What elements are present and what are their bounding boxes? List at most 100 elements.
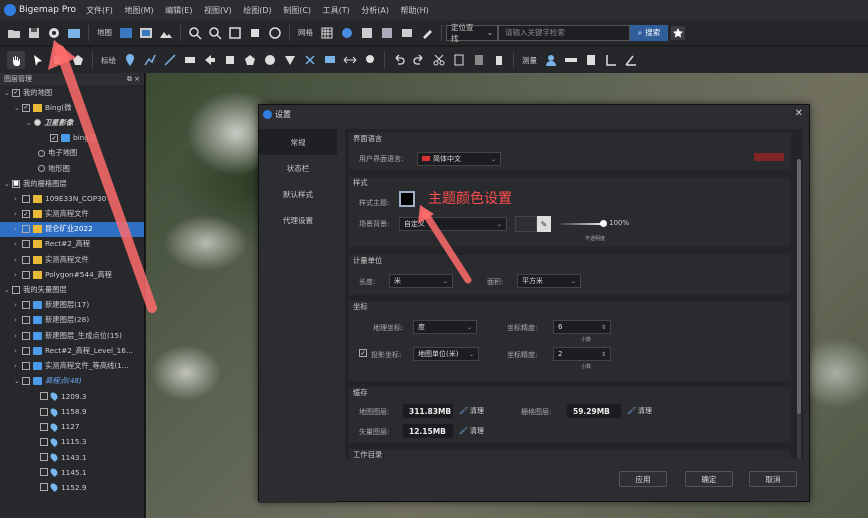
rectangle-icon[interactable] — [183, 53, 197, 67]
chevron-down-icon[interactable]: ⌄ — [14, 377, 22, 385]
chevron-right-icon[interactable]: › — [14, 332, 22, 340]
redo-icon[interactable] — [412, 53, 426, 67]
layer-checkbox[interactable] — [22, 225, 30, 234]
chevron-down-icon[interactable]: ⌄ — [4, 180, 12, 188]
person-icon[interactable] — [544, 53, 558, 67]
chevron-right-icon[interactable]: › — [14, 347, 22, 355]
area-measure-icon[interactable] — [584, 53, 598, 67]
tree-item-electronic[interactable]: 电子地图 — [0, 146, 144, 161]
chevron-right-icon[interactable]: › — [14, 210, 22, 218]
chevron-down-icon[interactable]: ⌄ — [26, 119, 34, 127]
tree-point[interactable]: 1127 — [0, 419, 144, 434]
globe-icon[interactable] — [340, 26, 354, 40]
circle-icon[interactable] — [263, 53, 277, 67]
chevron-right-icon[interactable]: › — [14, 301, 22, 309]
opacity-slider[interactable] — [558, 223, 604, 225]
cancel-button[interactable]: 取消 — [749, 471, 797, 487]
clear-raster-cache-button[interactable]: 🖌 清理 — [627, 404, 652, 418]
tree-item-elevation-points[interactable]: ⌄ 高程点(48) — [0, 374, 144, 389]
select-shape-icon[interactable] — [71, 53, 85, 67]
layer-stack-icon[interactable] — [139, 26, 153, 40]
apply-button[interactable]: 应用 — [619, 471, 667, 487]
grid-icon[interactable] — [320, 26, 334, 40]
tree-item-vector[interactable]: › 实测高程文件_等高线(1... — [0, 358, 144, 373]
refresh-icon[interactable] — [268, 26, 282, 40]
tree-item-terrain[interactable]: 地形图 — [0, 161, 144, 176]
layer-checkbox[interactable]: ■ — [12, 179, 20, 188]
cut-icon[interactable] — [303, 53, 317, 67]
map-source-icon[interactable] — [119, 26, 133, 40]
layer-checkbox[interactable] — [12, 286, 20, 295]
length-select[interactable]: 米 ⌄ — [389, 274, 453, 288]
search-input[interactable]: 请输入关键字检索 — [498, 24, 630, 41]
geo-coord-select[interactable]: 度 ⌄ — [413, 320, 477, 334]
select-arrow-icon[interactable] — [31, 53, 45, 67]
clear-vector-cache-button[interactable]: 🖌 清理 — [459, 424, 484, 438]
star-icon[interactable] — [671, 25, 686, 40]
tree-point[interactable]: 1152.9 — [0, 480, 144, 495]
terrain-icon[interactable] — [159, 26, 173, 40]
background-select[interactable]: 自定义 ⌄ — [399, 217, 507, 231]
layer-checkbox[interactable]: ✓ — [12, 88, 20, 97]
proj-coord-select[interactable]: 地图单位(米) ⌄ — [413, 347, 479, 361]
menu-cartography[interactable]: 制图(C) — [283, 6, 311, 15]
stepper-icon[interactable]: ⇕ — [601, 351, 606, 358]
chevron-right-icon[interactable]: › — [14, 240, 22, 248]
layer-checkbox[interactable]: ✓ — [22, 103, 30, 112]
tab-default-style[interactable]: 默认样式 — [259, 181, 337, 207]
layer-checkbox[interactable] — [22, 377, 30, 386]
save-icon[interactable] — [27, 26, 41, 40]
tree-item-bing[interactable]: ⌄ ✓ Bing(微 — [0, 100, 144, 115]
layer-checkbox[interactable] — [22, 194, 30, 203]
projection-checkbox[interactable]: ✓ — [359, 349, 367, 357]
full-extent-icon[interactable] — [228, 26, 242, 40]
paste-icon[interactable] — [472, 53, 486, 67]
zoom-in-icon[interactable] — [188, 26, 202, 40]
ruler-icon[interactable] — [564, 53, 578, 67]
stepper-icon[interactable]: ⇕ — [601, 324, 606, 331]
menu-file[interactable]: 文件(F) — [86, 6, 113, 15]
select-area-icon[interactable] — [51, 53, 65, 67]
layer-checkbox[interactable] — [40, 468, 48, 477]
tree-item-raster[interactable]: › 109E33N_COP30 — [0, 191, 144, 206]
layer-checkbox[interactable]: ✓ — [22, 210, 30, 219]
layer-checkbox[interactable] — [22, 316, 30, 325]
copy-icon[interactable] — [452, 53, 466, 67]
polyline-icon[interactable] — [143, 53, 157, 67]
screenshot-icon[interactable] — [67, 26, 81, 40]
height-measure-icon[interactable] — [604, 53, 618, 67]
tree-item-vector[interactable]: › 新建图层_生成点位(15) — [0, 328, 144, 343]
chevron-right-icon[interactable]: › — [14, 316, 22, 324]
layer-checkbox[interactable] — [40, 392, 48, 401]
layer-checkbox[interactable] — [40, 422, 48, 431]
chevron-right-icon[interactable]: › — [14, 225, 22, 233]
menu-edit[interactable]: 编辑(E) — [165, 6, 192, 15]
square-icon[interactable] — [223, 53, 237, 67]
chevron-down-icon[interactable]: ⌄ — [14, 104, 22, 112]
arrow-shape-icon[interactable] — [203, 53, 217, 67]
area-select[interactable]: 平方米 ⌄ — [517, 274, 581, 288]
tree-group-raster[interactable]: ⌄ ■ 我的栅格图层 — [0, 176, 144, 191]
menu-tools[interactable]: 工具(T) — [323, 6, 350, 15]
open-folder-icon[interactable] — [7, 26, 21, 40]
settings-scrollbar[interactable] — [797, 159, 801, 459]
tree-group-my-maps[interactable]: ⌄ ✓ 我的地图 — [0, 85, 144, 100]
locate-select[interactable]: 定位查找 ⌄ — [446, 23, 498, 43]
chevron-right-icon[interactable]: › — [14, 256, 22, 264]
layer-checkbox[interactable] — [22, 240, 30, 249]
layer-checkbox[interactable] — [22, 346, 30, 355]
chevron-right-icon[interactable]: › — [14, 271, 22, 279]
tree-item-raster[interactable]: › Rect#2_高程 — [0, 237, 144, 252]
search-button[interactable]: ⌕ 搜索 — [630, 24, 669, 41]
tree-item-vector[interactable]: › 新建图层(28) — [0, 313, 144, 328]
scrollbar-thumb[interactable] — [797, 159, 801, 414]
background-color-swatch[interactable] — [515, 216, 537, 232]
menu-help[interactable]: 帮助(H) — [401, 6, 429, 15]
layer-radio[interactable] — [38, 165, 45, 173]
grid-tile-icon[interactable] — [380, 26, 394, 40]
text-box-icon[interactable] — [323, 53, 337, 67]
menu-analysis[interactable]: 分析(A) — [361, 6, 389, 15]
chevron-down-icon[interactable]: ⌄ — [4, 89, 12, 97]
chevron-down-icon[interactable]: ⌄ — [4, 286, 12, 294]
scissors-icon[interactable] — [432, 53, 446, 67]
